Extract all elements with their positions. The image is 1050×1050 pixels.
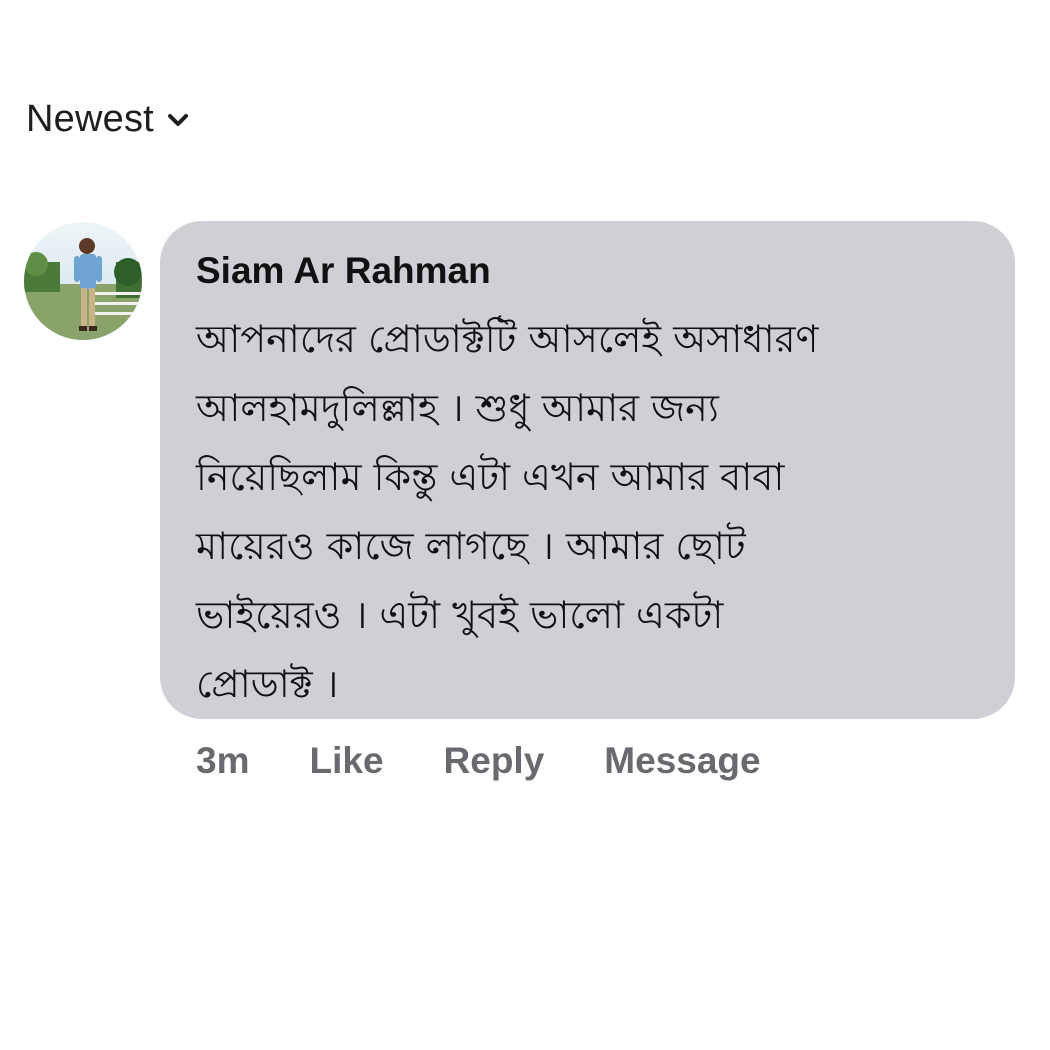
comment-text: আপনাদের প্রোডাক্টটি আসলেই অসাধারণ আলহামদ… (196, 305, 985, 719)
sort-dropdown[interactable]: Newest (26, 98, 190, 141)
comment-actions: 3m Like Reply Message (196, 740, 761, 782)
like-button[interactable]: Like (309, 740, 383, 782)
comment-line: নিয়েছিলাম কিন্তু এটা এখন আমার বাবা (196, 455, 785, 499)
sort-label: Newest (26, 98, 154, 140)
comment-bubble: Siam Ar Rahman আপনাদের প্রোডাক্টটি আসলেই… (160, 221, 1015, 719)
comment-timestamp[interactable]: 3m (196, 740, 249, 782)
comment-line: প্রোডাক্ট । (196, 662, 339, 706)
comment-line: ভাইয়েরও । এটা খুবই ভালো একটা (196, 593, 724, 637)
chevron-down-icon (166, 108, 190, 132)
comment-line: আলহামদুলিল্লাহ । শুধু আমার জন্য (196, 386, 719, 430)
avatar[interactable] (24, 222, 142, 340)
reply-button[interactable]: Reply (444, 740, 545, 782)
comment-line: মায়েরও কাজে লাগছে । আমার ছোট (196, 524, 746, 568)
comment-author[interactable]: Siam Ar Rahman (196, 247, 985, 295)
message-button[interactable]: Message (604, 740, 760, 782)
comment-line: আপনাদের প্রোডাক্টটি আসলেই অসাধারণ (196, 317, 819, 361)
